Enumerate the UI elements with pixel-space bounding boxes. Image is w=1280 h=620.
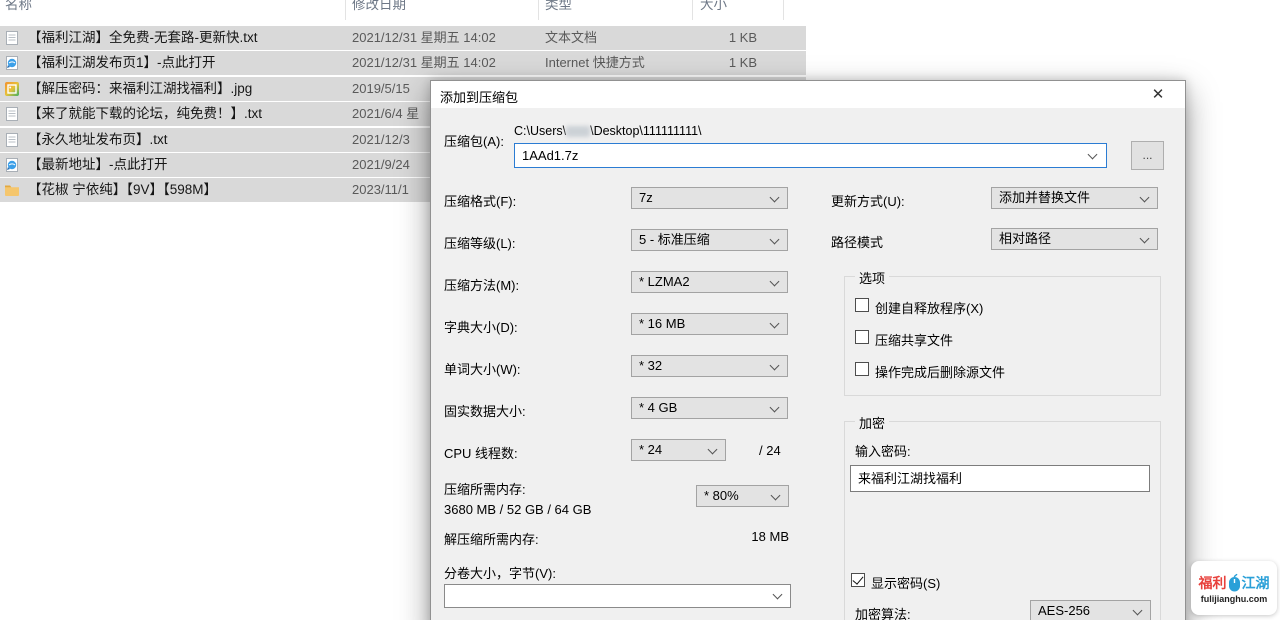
folder-icon: [4, 182, 20, 198]
add-to-archive-dialog: 添加到压缩包 ✕ 压缩包(A): C:\Users\\Desktop\11111…: [430, 80, 1186, 620]
file-row[interactable]: 【福利江湖】全免费-无套路-更新快.txt 2021/12/31 星期五 14:…: [0, 26, 806, 50]
password-input[interactable]: 来福利江湖找福利: [850, 465, 1150, 492]
encryption-method-dropdown[interactable]: AES-256: [1030, 600, 1151, 620]
dialog-title: 添加到压缩包: [440, 87, 518, 106]
decompress-memory-label: 解压缩所需内存:: [444, 529, 539, 548]
format-dropdown[interactable]: 7z: [631, 187, 788, 209]
dialog-titlebar[interactable]: 添加到压缩包 ✕: [431, 81, 1185, 108]
browse-button[interactable]: ...: [1131, 141, 1164, 170]
file-date: 2021/12/3: [352, 128, 410, 152]
redacted-username: [566, 126, 590, 137]
word-size-dropdown[interactable]: * 32: [631, 355, 788, 377]
compress-shared-label: 压缩共享文件: [875, 330, 953, 349]
column-separator: [783, 0, 784, 20]
create-sfx-label: 创建自释放程序(X): [875, 298, 983, 317]
delete-after-label: 操作完成后删除源文件: [875, 362, 1005, 381]
text-file-icon: [4, 132, 20, 148]
update-mode-label: 更新方式(U):: [831, 191, 905, 210]
file-name: 【花椒 宁依纯】【9V】【598M】: [28, 178, 217, 202]
volume-size-label: 分卷大小，字节(V):: [444, 563, 556, 582]
cpu-threads-label: CPU 线程数:: [444, 443, 518, 462]
file-type: Internet 快捷方式: [545, 51, 645, 75]
watermark-text-blue: 江湖: [1242, 573, 1270, 593]
file-date: 2019/5/15: [352, 77, 410, 101]
memory-usage-dropdown[interactable]: * 80%: [696, 485, 789, 507]
method-dropdown[interactable]: * LZMA2: [631, 271, 788, 293]
password-label: 输入密码:: [855, 441, 911, 460]
options-group: 选项 创建自释放程序(X) 压缩共享文件 操作完成后删除源文件: [844, 276, 1161, 396]
watermark-domain: fulijianghu.com: [1201, 594, 1268, 604]
column-header-name[interactable]: 名称: [5, 0, 32, 13]
word-size-label: 单词大小(W):: [444, 359, 521, 378]
format-label: 压缩格式(F):: [444, 191, 516, 210]
column-separator: [345, 0, 346, 20]
internet-shortcut-icon: [4, 157, 20, 173]
dictionary-dropdown[interactable]: * 16 MB: [631, 313, 788, 335]
method-label: 压缩方法(M):: [444, 275, 519, 294]
file-name: 【永久地址发布页】.txt: [28, 128, 168, 152]
file-date: 2021/6/4 星: [352, 102, 419, 126]
decompress-memory-value: 18 MB: [731, 529, 789, 544]
solid-block-label: 固实数据大小:: [444, 401, 526, 420]
close-icon[interactable]: ✕: [1143, 84, 1173, 106]
text-file-icon: [4, 30, 20, 46]
mouse-icon: [1228, 573, 1241, 592]
file-name: 【福利江湖】全免费-无套路-更新快.txt: [28, 26, 258, 50]
solid-block-dropdown[interactable]: * 4 GB: [631, 397, 788, 419]
level-dropdown[interactable]: 5 - 标准压缩: [631, 229, 788, 251]
text-file-icon: [4, 106, 20, 122]
archive-path: C:\Users\\Desktop\111111111\: [514, 124, 702, 138]
column-separator: [692, 0, 693, 20]
file-name: 【最新地址】-点此打开: [28, 153, 168, 177]
file-row[interactable]: 【福利江湖发布页1】-点此打开 2021/12/31 星期五 14:02 Int…: [0, 51, 806, 75]
memory-usage-label: 压缩所需内存:: [444, 479, 526, 498]
column-header-size[interactable]: 大小: [700, 0, 727, 13]
file-date: 2021/12/31 星期五 14:02: [352, 51, 496, 75]
file-size: 1 KB: [686, 51, 757, 75]
level-label: 压缩等级(L):: [444, 233, 516, 252]
update-mode-dropdown[interactable]: 添加并替换文件: [991, 187, 1158, 209]
path-mode-label: 路径模式: [831, 232, 883, 251]
file-size: 1 KB: [686, 26, 757, 50]
delete-after-checkbox[interactable]: [855, 362, 869, 376]
column-header-type[interactable]: 类型: [545, 0, 572, 13]
column-header-date[interactable]: 修改日期: [352, 0, 406, 13]
compress-shared-checkbox[interactable]: [855, 330, 869, 344]
internet-shortcut-icon: [4, 55, 20, 71]
file-date: 2021/12/31 星期五 14:02: [352, 26, 496, 50]
path-mode-dropdown[interactable]: 相对路径: [991, 228, 1158, 250]
desktop-screen: 名称 修改日期 类型 大小 【福利江湖】全免费-无套路-更新快.txt 2021…: [0, 0, 1280, 620]
watermark-text-red: 福利: [1199, 573, 1227, 593]
show-password-checkbox[interactable]: [851, 573, 865, 587]
image-file-icon: [4, 81, 20, 97]
dictionary-label: 字典大小(D):: [444, 317, 518, 336]
archive-label: 压缩包(A):: [444, 131, 504, 150]
cpu-threads-dropdown[interactable]: * 24: [631, 439, 726, 461]
file-date: 2023/11/1: [352, 178, 409, 202]
fulijianghu-watermark: 福利 江湖 fulijianghu.com: [1191, 561, 1277, 615]
file-name: 【解压密码：来福利江湖找福利】.jpg: [28, 77, 252, 101]
volume-size-combobox[interactable]: [444, 584, 791, 608]
file-date: 2021/9/24: [352, 153, 410, 177]
file-name: 【福利江湖发布页1】-点此打开: [28, 51, 216, 75]
file-name: 【来了就能下载的论坛，纯免费！】.txt: [28, 102, 262, 126]
create-sfx-checkbox[interactable]: [855, 298, 869, 312]
show-password-label: 显示密码(S): [871, 573, 940, 592]
options-group-title: 选项: [855, 268, 889, 287]
encryption-group-title: 加密: [855, 413, 889, 432]
encryption-method-label: 加密算法:: [855, 604, 911, 620]
archive-name-combobox[interactable]: 1AAd1.7z: [514, 143, 1107, 168]
memory-usage-detail: 3680 MB / 52 GB / 64 GB: [444, 502, 591, 517]
encryption-group: 加密 输入密码: 来福利江湖找福利 显示密码(S) 加密算法: AES-256: [844, 421, 1161, 620]
column-separator: [538, 0, 539, 20]
cpu-threads-max: / 24: [759, 443, 781, 458]
file-type: 文本文档: [545, 26, 597, 50]
